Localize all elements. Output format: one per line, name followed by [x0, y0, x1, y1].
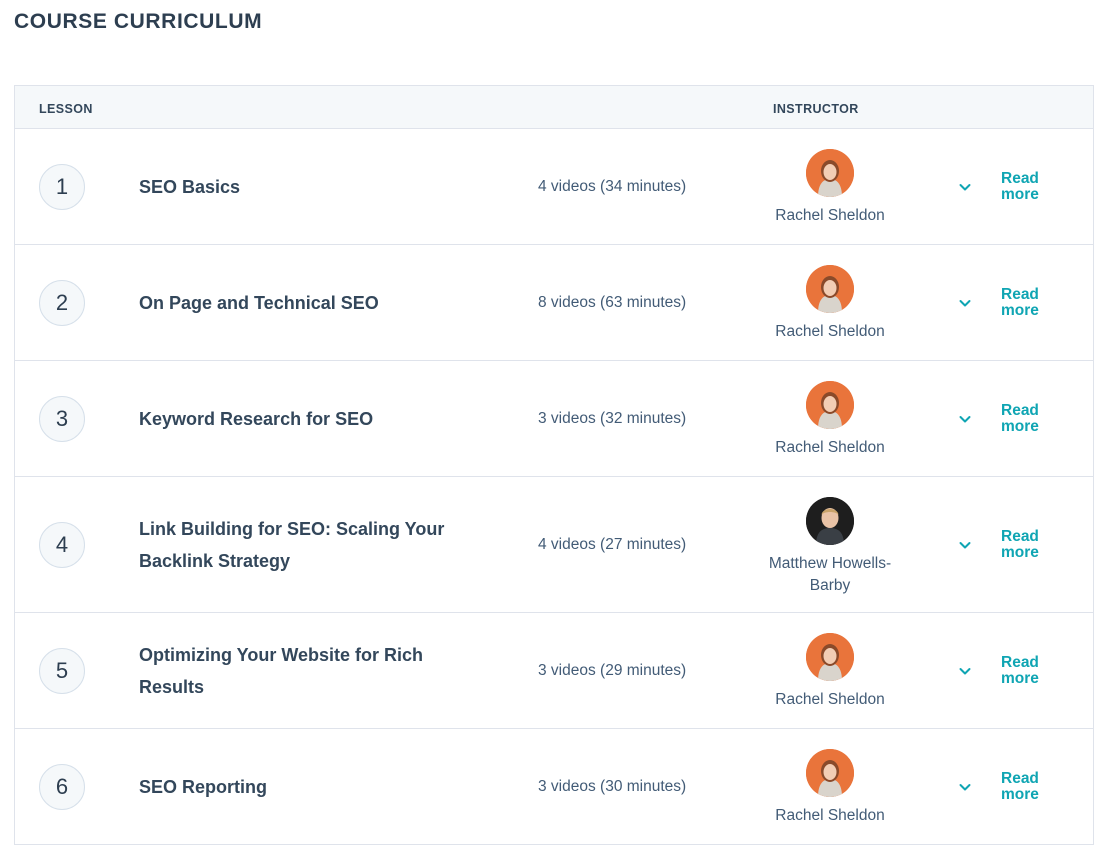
lesson-title: SEO Basics: [139, 176, 241, 197]
lesson-row[interactable]: 1 SEO Basics 4 videos (34 minutes) Rache…: [15, 129, 1093, 245]
read-more-link[interactable]: Read more: [1001, 170, 1051, 203]
instructor-name: Rachel Sheldon: [775, 439, 885, 456]
chevron-down-icon[interactable]: [957, 663, 973, 679]
lesson-number-badge: 5: [39, 647, 85, 694]
lesson-title: Link Building for SEO: Scaling Your Back…: [139, 518, 445, 571]
lesson-number-badge: 1: [39, 163, 85, 210]
chevron-down-icon[interactable]: [957, 179, 973, 195]
video-count: 4 videos (27 minutes): [538, 535, 687, 553]
lesson-number-badge: 6: [39, 764, 85, 810]
column-header-lesson: LESSON: [39, 102, 93, 116]
curriculum-table: LESSON INSTRUCTOR 1 SEO Basics 4 videos …: [14, 85, 1094, 845]
lesson-row[interactable]: 4 Link Building for SEO: Scaling Your Ba…: [15, 477, 1093, 613]
lesson-number-badge: 2: [39, 279, 85, 326]
instructor-name: Rachel Sheldon: [775, 807, 885, 824]
lesson-number-badge: 3: [39, 395, 85, 442]
instructor-name: Matthew Howells-Barby: [768, 555, 892, 594]
instructor: Rachel Sheldon: [750, 265, 910, 343]
read-more-link[interactable]: Read more: [1001, 528, 1051, 561]
lesson-row[interactable]: 6 SEO Reporting 3 videos (30 minutes) Ra…: [15, 729, 1093, 845]
avatar: [806, 633, 854, 681]
video-count: 3 videos (32 minutes): [538, 409, 687, 427]
avatar: [806, 749, 854, 797]
instructor-name: Rachel Sheldon: [775, 691, 885, 708]
instructor: Rachel Sheldon: [750, 749, 910, 827]
read-more-link[interactable]: Read more: [1001, 654, 1051, 687]
chevron-down-icon[interactable]: [957, 537, 973, 553]
read-more-link[interactable]: Read more: [1001, 402, 1051, 435]
chevron-down-icon[interactable]: [957, 779, 973, 795]
lesson-title: SEO Reporting: [139, 777, 268, 797]
read-more-link[interactable]: Read more: [1001, 286, 1051, 319]
lesson-title: On Page and Technical SEO: [139, 292, 379, 313]
lesson-number-badge: 4: [39, 521, 85, 568]
lesson-title: Optimizing Your Website for Rich Results: [139, 644, 424, 697]
chevron-down-icon[interactable]: [957, 295, 973, 311]
instructor-name: Rachel Sheldon: [775, 207, 885, 224]
table-header: LESSON INSTRUCTOR: [15, 86, 1093, 129]
instructor: Rachel Sheldon: [750, 633, 910, 711]
lesson-row[interactable]: 3 Keyword Research for SEO 3 videos (32 …: [15, 361, 1093, 477]
video-count: 3 videos (30 minutes): [538, 778, 687, 795]
instructor: Rachel Sheldon: [750, 149, 910, 227]
video-count: 8 videos (63 minutes): [538, 293, 687, 311]
video-count: 4 videos (34 minutes): [538, 177, 687, 195]
avatar: [806, 265, 854, 313]
lesson-title: Keyword Research for SEO: [139, 408, 374, 429]
video-count: 3 videos (29 minutes): [538, 661, 687, 679]
avatar: [806, 149, 854, 197]
column-header-instructor: INSTRUCTOR: [773, 102, 859, 116]
instructor: Rachel Sheldon: [750, 381, 910, 459]
lesson-row[interactable]: 2 On Page and Technical SEO 8 videos (63…: [15, 245, 1093, 361]
instructor: Matthew Howells-Barby: [750, 497, 910, 597]
page-title: COURSE CURRICULUM: [14, 10, 263, 33]
chevron-down-icon[interactable]: [957, 411, 973, 427]
read-more-link[interactable]: Read more: [1001, 771, 1051, 803]
lesson-row[interactable]: 5 Optimizing Your Website for Rich Resul…: [15, 613, 1093, 729]
avatar: [806, 381, 854, 429]
avatar: [806, 497, 854, 545]
instructor-name: Rachel Sheldon: [775, 323, 885, 340]
